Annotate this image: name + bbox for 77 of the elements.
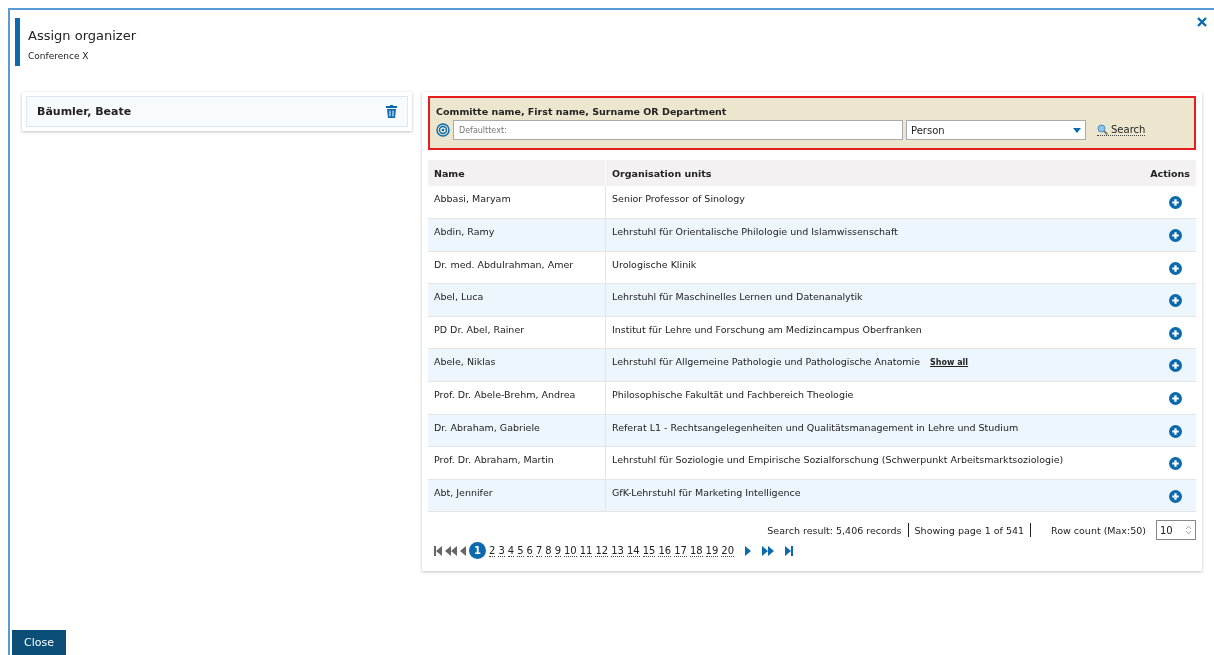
page-link[interactable]: 14 (626, 544, 640, 557)
trash-icon[interactable] (386, 105, 397, 118)
table-cell: Prof. Dr. Abele-Brehm, Andrea (428, 381, 606, 415)
page-link[interactable]: 9 (554, 544, 561, 557)
page-link[interactable]: 8 (545, 544, 552, 557)
page-link[interactable]: 15 (642, 544, 656, 557)
table-cell: Abt, Jennifer (428, 479, 606, 512)
table-cell: Dr. med. Abdulrahman, Amer (428, 251, 606, 284)
type-dropdown[interactable]: Person (906, 120, 1086, 140)
add-icon[interactable] (1169, 261, 1182, 275)
add-icon[interactable] (1169, 196, 1182, 209)
table-cell: Abel, Luca (428, 283, 606, 317)
page-link[interactable]: 6 (526, 544, 533, 557)
row-count-label: Row count (Max:50) (1051, 524, 1146, 536)
table-cell: Abele, Niklas (428, 348, 606, 382)
table-cell: Dr. Abraham, Gabriele (428, 414, 606, 447)
page-link[interactable]: 3 (498, 544, 505, 557)
table-cell: Abbasi, Maryam (428, 186, 606, 219)
table-cell: Urologische Klinik (612, 258, 697, 270)
table-cell: Prof. Dr. Abraham, Martin (428, 446, 606, 480)
table-cell: Referat L1 - Rechtsangelegenheiten und Qualitätsmanagement in Lehre und Studium (612, 421, 1019, 433)
add-icon[interactable] (1169, 392, 1182, 406)
person-name: Bäumler, Beate (37, 105, 132, 118)
add-icon[interactable] (1169, 359, 1182, 373)
previous-icon[interactable] (460, 545, 466, 556)
table-cell: PD Dr. Abel, Rainer (428, 316, 606, 349)
caret-icon (1073, 127, 1081, 133)
page-link[interactable]: 19 (705, 544, 719, 557)
column-header: Actions (1136, 160, 1196, 186)
rewind-icon[interactable] (445, 545, 457, 556)
column-header: Name (428, 160, 606, 186)
page-link[interactable]: 13 (611, 544, 624, 557)
table-cell: Lehrstuhl für Allgemeine Pathologie und Pathologische Anatomie (612, 356, 921, 368)
table-cell: GfK-Lehrstuhl für Marketing Intelligence (612, 486, 801, 498)
add-icon[interactable] (1169, 326, 1182, 340)
show-all-link[interactable]: Show all (930, 358, 969, 368)
dialog-subtitle: Conference X (28, 51, 90, 61)
close-button[interactable]: Close (12, 630, 66, 655)
fast-forward-icon[interactable] (762, 545, 775, 556)
table-cell: Senior Professor of Sinology (612, 193, 745, 204)
page-link[interactable]: 18 (689, 544, 703, 557)
page-info: Showing page 1 of 541 (914, 524, 1025, 536)
page-link[interactable]: 16 (658, 544, 672, 557)
add-icon[interactable] (1169, 424, 1182, 438)
table-cell: Lehrstuhl für Orientalische Philologie und Islamwissenschaft (612, 226, 898, 238)
table-cell: Lehrstuhl für Soziologie und Empirische Sozialforschung (Schwerpunkt Arbeitsmarktsoziologie) (612, 454, 1064, 466)
search-label: Committe name, First name, Surname OR Department (436, 106, 728, 117)
page-link[interactable]: 17 (674, 544, 687, 557)
search-icon (1097, 124, 1108, 135)
add-icon[interactable] (1169, 457, 1182, 471)
page-link[interactable]: 12 (595, 544, 609, 557)
page-link[interactable]: 1 (469, 542, 486, 560)
first-page-icon[interactable] (434, 545, 442, 556)
search-field[interactable]: Defaulttext: (453, 120, 903, 140)
page-link[interactable]: 7 (535, 544, 543, 557)
next-icon[interactable] (745, 545, 752, 556)
page-link[interactable]: 11 (579, 544, 593, 557)
table-cell: Philosophische Fakultät und Fachbereich Theologie (612, 389, 854, 401)
add-icon[interactable] (1169, 489, 1182, 503)
page-link[interactable]: 10 (564, 544, 577, 557)
search-link[interactable]: Search (1097, 124, 1146, 136)
page-link[interactable]: 2 (489, 544, 496, 557)
page-link[interactable]: 20 (721, 544, 735, 557)
close-icon[interactable] (1196, 16, 1208, 28)
last-page-icon[interactable] (785, 545, 794, 556)
table-cell: Institut für Lehre und Forschung am Medizincampus Oberfranken (612, 323, 922, 335)
add-icon[interactable] (1169, 229, 1182, 243)
column-header: Organisation units (605, 160, 1137, 186)
result-count: Search result: 5,406 records (767, 524, 902, 536)
table-cell: Lehrstuhl für Maschinelles Lernen und Datenanalytik (612, 291, 863, 303)
table-cell: Abdin, Ramy (428, 218, 606, 252)
add-icon[interactable] (1169, 294, 1182, 308)
row-count-field[interactable]: 10 (1156, 520, 1196, 541)
dialog-title: Assign organizer (28, 28, 137, 43)
target-icon[interactable] (436, 123, 450, 137)
page-link[interactable]: 5 (517, 544, 524, 557)
page-link[interactable]: 4 (507, 544, 515, 557)
